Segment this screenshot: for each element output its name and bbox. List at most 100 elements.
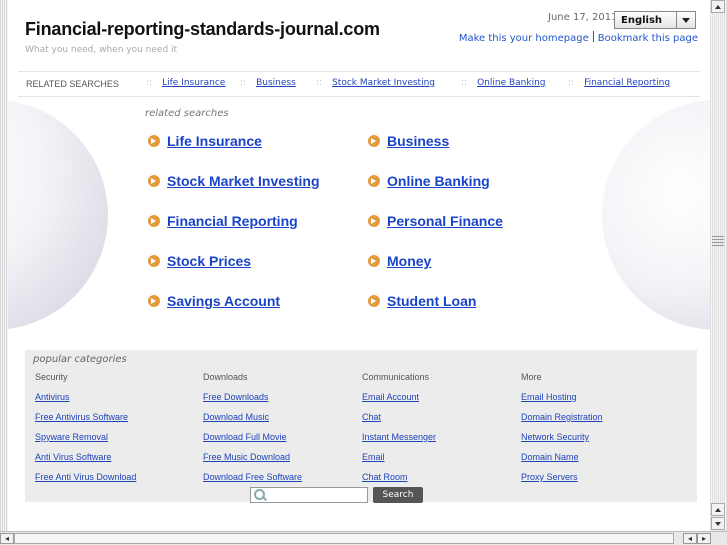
related-bar-link[interactable]: Stock Market Investing — [332, 78, 435, 88]
arrow-right-icon — [148, 175, 160, 187]
related-bar-item: :: Life Insurance — [146, 78, 226, 88]
scroll-up-button[interactable] — [711, 0, 725, 13]
arrow-up-icon — [715, 5, 721, 9]
arrow-down-icon — [715, 522, 721, 526]
related-search-link[interactable]: Stock Market Investing — [167, 173, 320, 189]
arrow-right-icon — [148, 295, 160, 307]
category-title: Communications — [362, 372, 430, 382]
related-bar-item: :: Financial Reporting — [568, 78, 671, 88]
category-title: More — [521, 372, 542, 382]
related-search-link[interactable]: Personal Finance — [387, 213, 503, 229]
category-title: Downloads — [203, 372, 248, 382]
scroll-grip-icon — [712, 236, 724, 246]
related-search-link[interactable]: Stock Prices — [167, 253, 251, 269]
category-link[interactable]: Free Music Download — [203, 452, 302, 472]
related-search-link[interactable]: Online Banking — [387, 173, 490, 189]
related-search-link[interactable]: Money — [387, 253, 431, 269]
scroll-left-button[interactable]: ◂ — [0, 533, 14, 544]
category-column-downloads: Downloads Free Downloads Download Music … — [203, 372, 302, 492]
arrow-right-icon — [148, 135, 160, 147]
page-content: Financial-reporting-standards-journal.co… — [8, 0, 710, 531]
scroll-left-button-right[interactable]: ◂ — [683, 533, 697, 544]
category-link[interactable]: Antivirus — [35, 392, 136, 412]
bookmark-link[interactable]: Bookmark this page — [598, 33, 698, 44]
popular-categories-panel: popular categories Security Antivirus Fr… — [25, 350, 697, 502]
site-title: Financial-reporting-standards-journal.co… — [25, 19, 380, 39]
category-link[interactable]: Download Music — [203, 412, 302, 432]
scroll-down-button[interactable] — [711, 517, 725, 530]
related-search-link[interactable]: Life Insurance — [167, 133, 262, 149]
search-button[interactable]: Search — [373, 487, 423, 503]
related-search-item: Stock Market Investing — [148, 173, 320, 189]
related-bar-item: :: Online Banking — [461, 78, 546, 88]
category-link[interactable]: Email — [362, 452, 436, 472]
related-search-link[interactable]: Business — [387, 133, 449, 149]
related-search-item: Money — [368, 253, 431, 269]
vertical-scrollbar[interactable] — [710, 0, 727, 531]
related-bar-label: RELATED SEARCHES — [26, 79, 119, 89]
language-value: English — [621, 15, 663, 26]
category-link[interactable]: Free Antivirus Software — [35, 412, 136, 432]
chevron-down-icon[interactable] — [676, 12, 695, 28]
related-searches-bar: RELATED SEARCHES :: Life Insurance :: Busi… — [18, 71, 700, 97]
category-link[interactable]: Download Full Movie — [203, 432, 302, 452]
related-search-item: Stock Prices — [148, 253, 251, 269]
category-link[interactable]: Email Hosting — [521, 392, 603, 412]
category-link[interactable]: Domain Name — [521, 452, 603, 472]
related-bar-link[interactable]: Business — [256, 78, 296, 88]
category-link[interactable]: Email Account — [362, 392, 436, 412]
language-select[interactable]: English — [614, 11, 696, 29]
category-link[interactable]: Proxy Servers — [521, 472, 603, 492]
arrow-right-icon — [368, 175, 380, 187]
horizontal-scroll-thumb[interactable] — [14, 533, 674, 544]
popular-categories-heading: popular categories — [33, 354, 127, 365]
related-search-link[interactable]: Student Loan — [387, 293, 476, 309]
globe-graphic-left — [8, 100, 108, 330]
related-search-link[interactable]: Savings Account — [167, 293, 280, 309]
date-label: June 17, 2011 — [548, 12, 618, 23]
arrow-up-icon — [715, 508, 721, 512]
category-link[interactable]: Spyware Removal — [35, 432, 136, 452]
category-link[interactable]: Domain Registration — [521, 412, 603, 432]
related-search-item: Life Insurance — [148, 133, 262, 149]
related-search-item: Savings Account — [148, 293, 280, 309]
arrow-right-icon — [368, 255, 380, 267]
category-column-security: Security Antivirus Free Antivirus Softwa… — [35, 372, 136, 492]
arrow-right-icon — [368, 135, 380, 147]
category-link[interactable]: Free Anti Virus Download — [35, 472, 136, 492]
related-search-link[interactable]: Financial Reporting — [167, 213, 298, 229]
category-link[interactable]: Network Security — [521, 432, 603, 452]
related-bar-link[interactable]: Online Banking — [477, 78, 545, 88]
top-links: Make this your homepage Bookmark this pag… — [459, 31, 698, 44]
left-frame-edge — [0, 0, 8, 531]
category-link[interactable]: Chat — [362, 412, 436, 432]
category-link[interactable]: Anti Virus Software — [35, 452, 136, 472]
search-input[interactable] — [250, 487, 368, 503]
arrow-right-icon — [368, 215, 380, 227]
related-search-item: Business — [368, 133, 449, 149]
globe-graphic-right — [602, 100, 710, 330]
category-link[interactable]: Instant Messenger — [362, 432, 436, 452]
related-search-item: Financial Reporting — [148, 213, 298, 229]
scroll-up-button-lower[interactable] — [711, 503, 725, 516]
category-link[interactable]: Free Downloads — [203, 392, 302, 412]
horizontal-scrollbar[interactable]: ◂ ◂ ▸ — [0, 531, 727, 545]
arrow-right-icon — [368, 295, 380, 307]
search-icon — [254, 489, 265, 500]
related-search-item: Online Banking — [368, 173, 490, 189]
category-column-more: More Email Hosting Domain Registration N… — [521, 372, 603, 492]
link-divider — [592, 31, 594, 42]
related-search-item: Student Loan — [368, 293, 476, 309]
related-searches-heading: related searches — [145, 108, 229, 119]
category-title: Security — [35, 372, 68, 382]
category-column-communications: Communications Email Account Chat Instan… — [362, 372, 436, 492]
make-homepage-link[interactable]: Make this your homepage — [459, 33, 589, 44]
related-bar-link[interactable]: Life Insurance — [162, 78, 225, 88]
arrow-right-icon — [148, 215, 160, 227]
related-bar-link[interactable]: Financial Reporting — [584, 78, 670, 88]
related-bar-item: :: Business — [240, 78, 296, 88]
arrow-right-icon — [148, 255, 160, 267]
related-search-item: Personal Finance — [368, 213, 503, 229]
tagline: What you need, when you need it — [25, 45, 178, 55]
scroll-right-button[interactable]: ▸ — [697, 533, 711, 544]
